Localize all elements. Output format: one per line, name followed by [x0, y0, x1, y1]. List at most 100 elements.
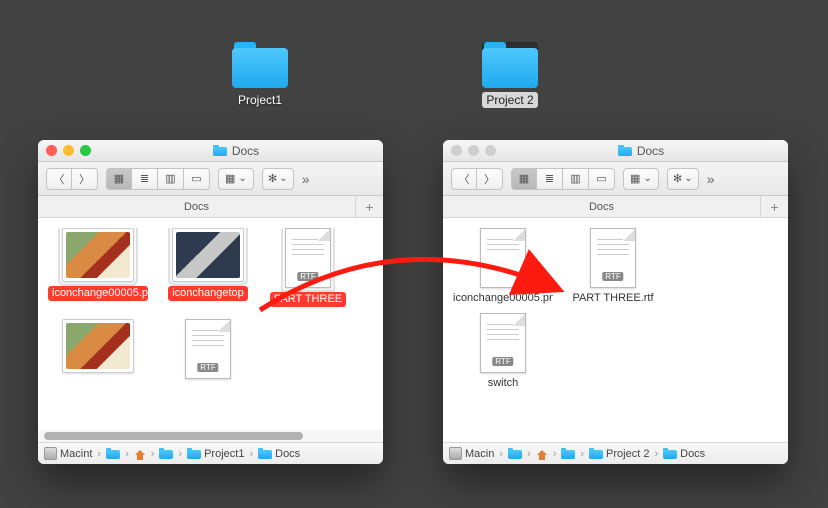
close-icon[interactable]	[451, 145, 462, 156]
arrange-button[interactable]: ▦⌄	[218, 168, 254, 190]
folder-icon	[232, 42, 288, 88]
arrange-button[interactable]: ▦⌄	[623, 168, 659, 190]
gallery-icon: ▭	[191, 172, 201, 185]
chevron-right-icon: 〉	[79, 171, 90, 187]
chevron-left-icon: 〈	[54, 171, 65, 187]
folder-icon	[258, 448, 272, 459]
gear-icon: ✻	[268, 172, 277, 185]
desktop-folder-project1[interactable]: Project1	[220, 42, 300, 109]
chevron-right-icon: 〉	[484, 171, 495, 187]
list-icon: ≣	[140, 172, 149, 185]
file-item[interactable]: RTF	[158, 319, 258, 379]
scroll-thumb[interactable]	[44, 432, 303, 440]
path-segment[interactable]: ›	[134, 448, 157, 460]
gear-icon: ✻	[673, 172, 682, 185]
path-segment[interactable]: ›	[561, 448, 586, 460]
file-item[interactable]: RTF switch	[453, 313, 553, 390]
file-browser[interactable]: iconchange00005.png RTF PART THREE.rtf R…	[443, 218, 788, 442]
folder-icon	[482, 42, 538, 88]
file-item[interactable]: RTF PART THREE.rtf	[563, 228, 663, 305]
rtf-badge: RTF	[492, 357, 513, 366]
minimize-icon[interactable]	[468, 145, 479, 156]
forward-button[interactable]: 〉	[72, 168, 98, 190]
file-label: PART THREE	[270, 292, 346, 307]
tab[interactable]: Docs	[443, 201, 760, 213]
columns-icon: ▥	[570, 172, 580, 185]
close-icon[interactable]	[46, 145, 57, 156]
thumbnail	[62, 228, 134, 282]
view-switcher: ▦ ≣ ▥ ▭	[106, 168, 210, 190]
gallery-view-button[interactable]: ▭	[589, 168, 615, 190]
path-segment[interactable]: Docs	[663, 448, 705, 460]
list-view-button[interactable]: ≣	[132, 168, 158, 190]
thumbnail	[172, 228, 244, 282]
file-item[interactable]: RTF PART THREE	[268, 228, 348, 307]
title-text: Docs	[637, 144, 664, 158]
path-segment[interactable]: ›	[106, 448, 131, 460]
titlebar[interactable]: Docs	[38, 140, 383, 162]
file-item[interactable]	[48, 319, 148, 379]
back-button[interactable]: 〈	[451, 168, 477, 190]
folder-icon	[589, 448, 603, 459]
column-view-button[interactable]: ▥	[563, 168, 589, 190]
folder-icon	[213, 145, 227, 156]
path-bar: Macin› › › › Project 2› Docs	[443, 442, 788, 464]
file-label: iconchange00005.png	[48, 286, 148, 301]
path-segment[interactable]: ›	[536, 448, 559, 460]
path-segment[interactable]: Macin›	[449, 447, 505, 460]
path-segment[interactable]: Docs	[258, 448, 300, 460]
file-item[interactable]: iconchange00005.png	[453, 228, 553, 305]
gallery-view-button[interactable]: ▭	[184, 168, 210, 190]
tab-bar: Docs +	[443, 196, 788, 218]
scrollbar-horizontal[interactable]	[38, 430, 383, 442]
column-view-button[interactable]: ▥	[158, 168, 184, 190]
folder-icon	[159, 448, 173, 459]
desktop-folder-project2[interactable]: Project 2	[470, 42, 550, 109]
zoom-icon[interactable]	[485, 145, 496, 156]
path-segment[interactable]: ›	[508, 448, 533, 460]
expand-icon[interactable]: »	[707, 171, 715, 187]
tab[interactable]: Docs	[38, 201, 355, 213]
folder-icon	[663, 448, 677, 459]
icon-view-button[interactable]: ▦	[511, 168, 537, 190]
titlebar[interactable]: Docs	[443, 140, 788, 162]
new-tab-button[interactable]: +	[760, 196, 788, 217]
path-bar: Macint› › › › Project1› Docs	[38, 442, 383, 464]
tab-bar: Docs +	[38, 196, 383, 218]
folder-label: Project 2	[482, 92, 537, 108]
toolbar: 〈 〉 ▦ ≣ ▥ ▭ ▦⌄ ✻⌄ »	[443, 162, 788, 196]
home-icon	[536, 448, 548, 460]
chevron-down-icon: ⌄	[238, 173, 246, 184]
icon-view-button[interactable]: ▦	[106, 168, 132, 190]
file-item[interactable]: iconchangetop	[158, 228, 258, 307]
document-icon: RTF	[480, 313, 526, 373]
back-button[interactable]: 〈	[46, 168, 72, 190]
thumbnail	[62, 319, 134, 373]
file-label: switch	[488, 377, 519, 390]
columns-icon: ▥	[165, 172, 175, 185]
path-segment[interactable]: Project 2›	[589, 448, 660, 460]
folder-icon	[106, 448, 120, 459]
folder-icon	[618, 145, 632, 156]
expand-icon[interactable]: »	[302, 171, 310, 187]
finder-window-project2: Docs 〈 〉 ▦ ≣ ▥ ▭ ▦⌄ ✻⌄ » Docs + iconchan…	[443, 140, 788, 464]
grid-icon: ▦	[114, 172, 124, 185]
file-browser[interactable]: iconchange00005.png iconchangetop RTF PA…	[38, 218, 383, 442]
path-segment[interactable]: ›	[159, 448, 184, 460]
action-button[interactable]: ✻⌄	[262, 168, 294, 190]
chevron-left-icon: 〈	[459, 171, 470, 187]
new-tab-button[interactable]: +	[355, 196, 383, 217]
grid-icon: ▦	[630, 172, 640, 185]
list-view-button[interactable]: ≣	[537, 168, 563, 190]
minimize-icon[interactable]	[63, 145, 74, 156]
path-segment[interactable]: Project1›	[187, 448, 255, 460]
file-item[interactable]: iconchange00005.png	[48, 228, 148, 307]
zoom-icon[interactable]	[80, 145, 91, 156]
path-segment[interactable]: Macint›	[44, 447, 103, 460]
folder-icon	[187, 448, 201, 459]
forward-button[interactable]: 〉	[477, 168, 503, 190]
disk-icon	[44, 447, 57, 460]
action-button[interactable]: ✻⌄	[667, 168, 699, 190]
grid-icon: ▦	[519, 172, 529, 185]
gallery-icon: ▭	[596, 172, 606, 185]
